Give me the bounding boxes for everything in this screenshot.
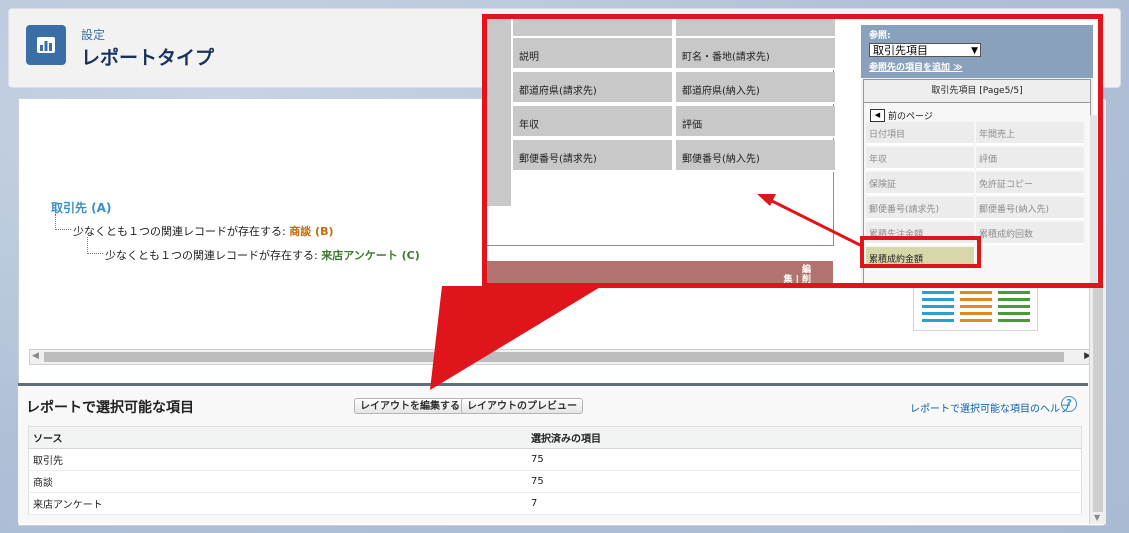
reference-header: 参照: 取引先項目 ▼ 参照先の項目を追加 ≫ — [861, 25, 1093, 78]
count-cell: 75 — [527, 470, 1082, 493]
table-row: 商談 75 — [28, 470, 1082, 493]
edit-link-text[interactable]: 編 — [783, 265, 811, 275]
scroll-down-icon[interactable]: ▼ — [1094, 513, 1100, 522]
field-item[interactable]: 郵便番号(納入先) — [976, 197, 1084, 220]
tree-connector — [55, 229, 71, 230]
tree-level2-prefix: 少なくとも１つの関連レコードが存在する: — [105, 249, 318, 262]
layout-grid-gutter — [487, 19, 513, 206]
available-fields-section: レポートで選択可能な項目 レイアウトを編集する レイアウトのプレビュー レポート… — [18, 383, 1088, 523]
layout-grid: 説明 町名・番地(請求先) 都道府県(請求先) 都道府県(納入先) 年収 評価 … — [487, 19, 837, 246]
chevron-down-icon[interactable]: ▼ — [971, 44, 978, 58]
prev-page-icon[interactable]: ◀ — [870, 109, 885, 122]
tree-level2-item: 少なくとも１つの関連レコードが存在する: 来店アンケート (C) — [105, 247, 420, 263]
zoomed-layout-callout: 説明 町名・番地(請求先) 都道府県(請求先) 都道府県(納入先) 年収 評価 … — [482, 14, 1103, 288]
field-item[interactable]: 年間売上 — [976, 122, 1084, 145]
layout-section-bar: 編 集 | 削 — [487, 261, 833, 283]
edit-delete-link-text[interactable]: 集 | 削 — [783, 275, 811, 283]
field-list-title: 取引先項目 [Page5/5] — [864, 80, 1090, 103]
tree-root-object: 取引先 (A) — [51, 201, 112, 215]
layout-cell: 都道府県(請求先) — [513, 72, 674, 104]
layout-cell: 郵便番号(納入先) — [676, 140, 837, 172]
page-title: レポートタイプ — [81, 47, 215, 69]
chart-thumbnail — [913, 284, 1038, 331]
help-icon[interactable]: ? — [1061, 396, 1077, 412]
field-item[interactable]: 郵便番号(請求先) — [866, 197, 974, 220]
fields-help-link[interactable]: レポートで選択可能な項目のヘルプ — [910, 400, 1070, 415]
table-row: 取引先 75 — [28, 448, 1082, 471]
field-item[interactable]: 保険証 — [866, 172, 974, 195]
panel-scrollbar[interactable] — [1090, 115, 1097, 283]
highlight-frame — [860, 236, 981, 268]
horizontal-scroll-thumb[interactable] — [44, 352, 1064, 362]
header-supertitle[interactable]: 設定 — [81, 26, 105, 43]
layout-cell: 評価 — [676, 106, 837, 138]
prev-page-link[interactable]: 前のページ — [888, 109, 933, 122]
section-title: レポートで選択可能な項目 — [26, 400, 194, 416]
reference-label: 参照: — [869, 31, 891, 41]
layout-cell: 郵便番号(請求先) — [513, 140, 674, 172]
layout-cell: 説明 — [513, 38, 674, 70]
tree-level2-object: 来店アンケート (C) — [321, 249, 420, 262]
layout-cell — [513, 19, 674, 38]
horizontal-scrollbar[interactable]: ◀ ▶ — [29, 349, 1095, 365]
tree-level1-object: 商談 (B) — [289, 225, 334, 238]
layout-cell — [676, 19, 837, 38]
source-cell: 商談 — [28, 470, 527, 493]
column-header-selected: 選択済みの項目 — [527, 426, 1082, 449]
add-reference-fields-link[interactable]: 参照先の項目を追加 ≫ — [869, 60, 963, 73]
chart-thumbnail-icon — [922, 291, 1030, 322]
column-header-source: ソース — [28, 426, 527, 449]
field-item[interactable]: 免許証コピー — [976, 172, 1084, 195]
fields-table: ソース 選択済みの項目 取引先 75 商談 75 来店アンケート 7 — [28, 426, 1082, 515]
tree-connector — [87, 253, 103, 254]
preview-layout-button[interactable]: レイアウトのプレビュー — [461, 398, 583, 414]
table-row: 来店アンケート 7 — [28, 492, 1082, 515]
reference-select[interactable]: 取引先項目 ▼ — [869, 43, 981, 57]
layout-cell: 都道府県(納入先) — [676, 72, 837, 104]
tree-level1-item: 少なくとも１つの関連レコードが存在する: 商談 (B) — [73, 223, 334, 239]
section-edit-links[interactable]: 編 集 | 削 — [783, 265, 811, 283]
edit-layout-button[interactable]: レイアウトを編集する — [354, 398, 466, 414]
source-cell: 来店アンケート — [28, 492, 527, 515]
tree-connector — [55, 214, 56, 230]
field-item[interactable]: 年収 — [866, 147, 974, 170]
field-item[interactable]: 累積成約回数 — [976, 222, 1084, 245]
layout-cell: 年収 — [513, 106, 674, 138]
layout-cell: 町名・番地(請求先) — [676, 38, 837, 70]
field-item[interactable]: 評価 — [976, 147, 1084, 170]
count-cell: 7 — [527, 492, 1082, 515]
scroll-left-icon[interactable]: ◀ — [32, 351, 39, 361]
count-cell: 75 — [527, 448, 1082, 471]
field-item[interactable]: 日付項目 — [866, 122, 974, 145]
table-header-row: ソース 選択済みの項目 — [28, 426, 1082, 449]
tree-level1-prefix: 少なくとも１つの関連レコードが存在する: — [73, 225, 286, 238]
tree-connector — [87, 237, 88, 254]
source-cell: 取引先 — [28, 448, 527, 471]
report-chart-icon — [26, 25, 66, 65]
reference-select-value: 取引先項目 — [873, 44, 928, 57]
